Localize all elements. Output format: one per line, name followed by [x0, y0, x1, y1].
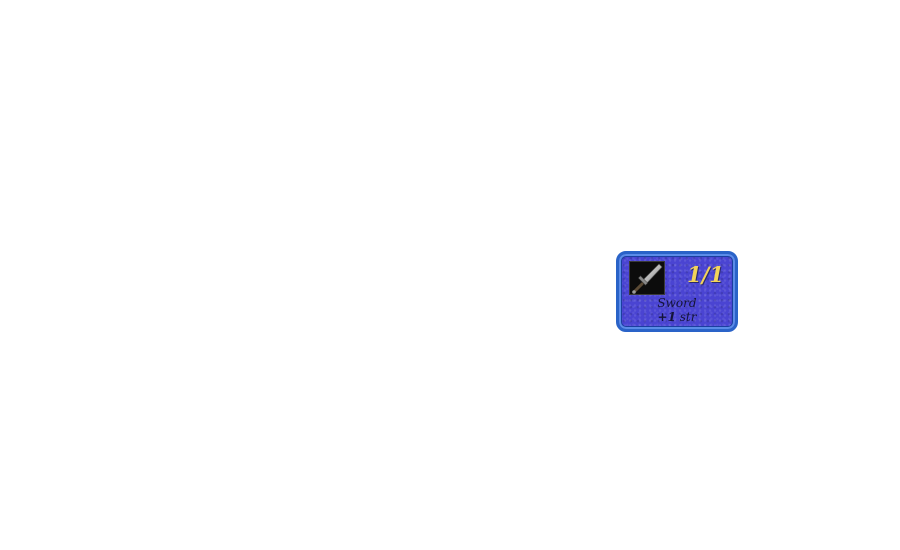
inventory-item-card[interactable]: 1/1 Sword +1 str	[616, 251, 738, 332]
item-name: Sword	[657, 296, 697, 310]
game-screen: 1/1 Sword +1 str	[0, 0, 900, 550]
sword-icon	[629, 261, 665, 295]
item-count: 1/1	[687, 262, 724, 287]
item-bonus-stat: str	[679, 310, 697, 324]
item-bonus: +1 str	[619, 310, 735, 324]
item-bonus-value: +1	[657, 310, 676, 324]
